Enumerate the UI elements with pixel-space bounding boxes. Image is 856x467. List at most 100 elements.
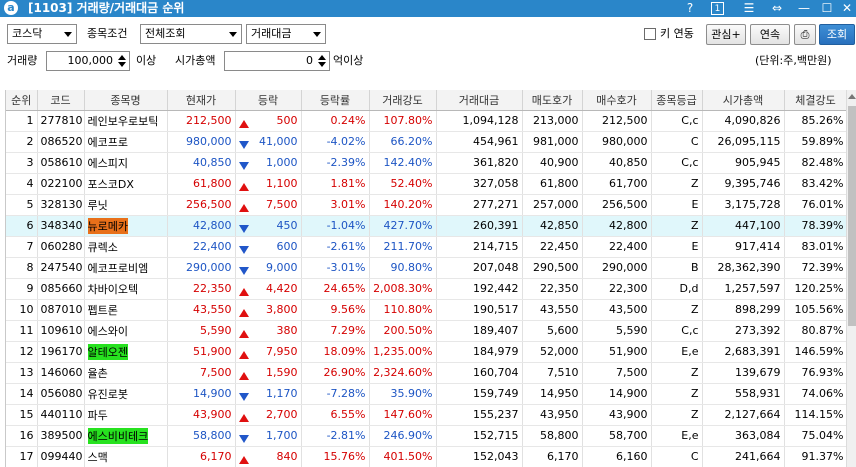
rank-cell: 14 [6,383,38,405]
rate-cell: -1.04% [301,215,370,237]
code-cell: 440110 [37,404,85,426]
stock-name[interactable]: 에스비비테크 [87,427,149,444]
stock-name[interactable]: 에코프로비엠 [88,260,149,276]
stock-name[interactable]: 유진로봇 [88,386,128,402]
column-header[interactable]: 매도호가 [522,90,583,111]
table-row[interactable]: 16 389500 에스비비테크 58,800 1,700 -2.81% 246.90% 15… [6,425,846,447]
table-row[interactable]: 9 085660 차바이오텍 22,350 4,420 24.65% 2,008.30% 19… [6,278,846,300]
rank-cell: 4 [6,173,38,195]
menu-icon[interactable]: ☰ [740,1,758,16]
table-row[interactable]: 6 348340 뉴로메카 42,800 450 -1.04% 427.70% 260,391… [6,215,846,237]
column-header[interactable]: 거래강도 [369,90,437,111]
up-triangle-icon [238,329,249,338]
column-header[interactable]: 종목명 [84,90,168,111]
stock-name[interactable]: 율촌 [88,365,108,381]
close-icon[interactable]: ✕ [838,1,856,16]
up-triangle-icon [238,182,249,191]
spin-down-icon[interactable] [318,62,326,67]
column-header[interactable]: 매수호가 [582,90,652,111]
mktcap-input[interactable]: 0 [224,51,330,71]
market-select[interactable]: 코스닥 [7,24,77,44]
bid-cell: 40,850 [582,152,652,174]
rate-cell: -2.81% [301,425,370,447]
stock-name[interactable]: 뉴로메카 [87,217,128,234]
stock-name[interactable]: 에코프로 [88,134,128,150]
condition-select[interactable]: 전체조회 [140,24,242,44]
change-cell: 41,000 [235,131,302,153]
ask-cell: 58,800 [522,425,583,447]
favorites-add-button[interactable]: 관심+ [706,24,746,45]
amount-cell: 454,961 [436,131,523,153]
spin-up-icon[interactable] [118,55,126,60]
minimize-icon[interactable]: — [795,1,813,16]
column-header[interactable]: 순위 [6,90,38,111]
stock-name-cell: 스맥 [84,446,168,467]
stock-name[interactable]: 알테오젠 [87,343,128,360]
column-header[interactable]: 종목등급 [651,90,703,111]
table-row[interactable]: 7 060280 큐렉소 22,400 600 -2.61% 211.70% 214,715 2… [6,236,846,258]
change-value: 1,170 [266,386,298,400]
rank-cell: 2 [6,131,38,153]
column-header[interactable]: 현재가 [167,90,236,111]
grade-cell: Z [651,173,703,195]
table-row[interactable]: 3 058610 에스피지 40,850 1,000 -2.39% 142.40% 361,8… [6,152,846,174]
ask-cell: 7,510 [522,362,583,384]
code-cell: 058610 [37,152,85,174]
column-header[interactable]: 등락률 [301,90,370,111]
pin-icon[interactable]: ⇔ [768,1,786,16]
column-header[interactable]: 거래대금 [436,90,523,111]
stock-name[interactable]: 포스코DX [88,176,134,192]
price-cell: 58,800 [167,425,236,447]
maximize-icon[interactable]: ☐ [818,1,836,16]
search-button[interactable]: 조회 [819,24,855,45]
intensity-cell: 90.80% [369,257,437,279]
volume-input[interactable]: 100,000 [46,51,130,71]
table-row[interactable]: 15 440110 파두 43,900 2,700 6.55% 147.60% 155,237… [6,404,846,426]
table-row[interactable]: 11 109610 에스와이 5,590 380 7.29% 200.50% 189,407 5… [6,320,846,342]
stock-name[interactable]: 루닛 [88,197,108,213]
code-cell: 247540 [37,257,85,279]
sort-select[interactable]: 거래대금 [246,24,326,44]
table-row[interactable]: 4 022100 포스코DX 61,800 1,100 1.81% 52.40% 327,05… [6,173,846,195]
stock-name-cell: 포스코DX [84,173,168,195]
table-row[interactable]: 1 277810 레인보우로보틱 212,500 500 0.24% 107.80% 1,09… [6,110,846,132]
scrollbar-thumb[interactable] [848,106,856,326]
window-number-button[interactable]: 1 [711,2,724,15]
column-header[interactable]: 시가총액 [702,90,785,111]
amount-cell: 361,820 [436,152,523,174]
stock-name[interactable]: 레인보우로보틱 [88,113,159,129]
stock-name[interactable]: 큐렉소 [88,239,118,255]
column-header[interactable]: 등락 [235,90,302,111]
table-row[interactable]: 13 146060 율촌 7,500 1,590 26.90% 2,324.60% 160,7… [6,362,846,384]
stock-name[interactable]: 펩트론 [88,302,118,318]
table-row[interactable]: 14 056080 유진로봇 14,900 1,170 -7.28% 35.90% 159,7… [6,383,846,405]
column-header[interactable]: 체결강도 [784,90,846,111]
vertical-scrollbar[interactable] [846,90,856,467]
stock-name[interactable]: 에스와이 [88,323,128,339]
table-row[interactable]: 10 087010 펩트론 43,550 3,800 9.56% 110.80% 190,51… [6,299,846,321]
column-header[interactable]: 코드 [37,90,85,111]
table-row[interactable]: 2 086520 에코프로 980,000 41,000 -4.02% 66.20% 454,… [6,131,846,153]
table-row[interactable]: 5 328130 루닛 256,500 7,500 3.01% 140.20% 277,271… [6,194,846,216]
link-checkbox[interactable] [644,28,656,40]
help-button[interactable]: ? [681,1,699,16]
table-row[interactable]: 8 247540 에코프로비엠 290,000 9,000 -3.01% 90.80% 207… [6,257,846,279]
table-row[interactable]: 12 196170 알테오젠 51,900 7,950 18.09% 1,235.00% 18… [6,341,846,363]
amount-cell: 192,442 [436,278,523,300]
stock-name[interactable]: 차바이오텍 [88,281,139,297]
stock-name[interactable]: 파두 [88,407,108,423]
change-value: 840 [276,449,298,463]
stock-name[interactable]: 스맥 [88,449,108,465]
bid-cell: 22,300 [582,278,652,300]
spin-up-icon[interactable] [318,55,326,60]
continuous-button[interactable]: 연속 [750,24,790,45]
rank-cell: 10 [6,299,38,321]
up-triangle-icon [238,287,249,296]
stock-name-cell: 큐렉소 [84,236,168,258]
grade-cell: B [651,257,703,279]
print-button[interactable]: ⎙ [794,24,816,45]
stock-name[interactable]: 에스피지 [88,155,128,171]
spin-down-icon[interactable] [118,62,126,67]
scroll-up-icon[interactable] [848,94,856,99]
table-row[interactable]: 17 099440 스맥 6,170 840 15.76% 401.50% 152,043 6,… [6,446,846,467]
